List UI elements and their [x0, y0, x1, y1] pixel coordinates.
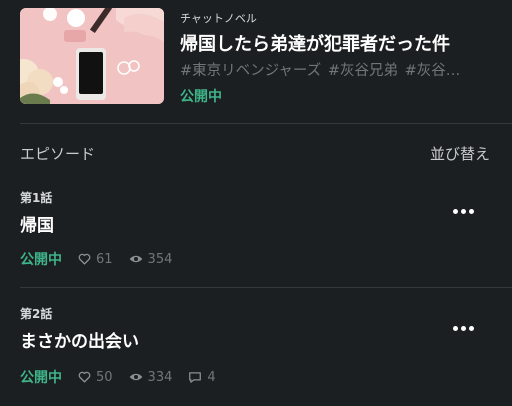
- dot-icon: [469, 209, 474, 214]
- views-count: 334: [147, 369, 173, 385]
- episode-number: 第1話: [20, 191, 53, 205]
- dot-icon: [453, 209, 458, 214]
- eye-icon: [129, 255, 142, 263]
- episode-title: 帰国: [20, 216, 54, 236]
- episode-title: まさかの出会い: [20, 332, 139, 352]
- episodes-heading: エピソード: [20, 145, 96, 163]
- episode-item[interactable]: 第2話 まさかの出会い 公開中 50 334 4: [0, 296, 512, 396]
- novel-title[interactable]: 帰国したら弟達が犯罪者だった件: [180, 30, 450, 56]
- comments-count: 4: [207, 369, 216, 385]
- novel-genre: チャットノベル: [180, 12, 257, 25]
- episode-stats: 公開中 50 334 4: [20, 368, 232, 387]
- episode-item[interactable]: 第1話 帰国 公開中 61 354: [0, 180, 512, 280]
- comments-stat: 4: [188, 369, 216, 385]
- tag-link[interactable]: #灰谷兄弟: [328, 63, 398, 79]
- likes-stat: 61: [78, 252, 113, 267]
- tag-link[interactable]: #灰谷…: [405, 63, 461, 79]
- novel-header: チャットノベル 帰国したら弟達が犯罪者だった件 #東京リベンジャーズ #灰谷兄弟…: [0, 0, 512, 124]
- heart-icon: [78, 253, 91, 265]
- views-stat: 334: [129, 369, 173, 385]
- cover-image[interactable]: [20, 8, 164, 104]
- likes-count: 50: [96, 369, 113, 385]
- divider: [20, 287, 512, 288]
- dot-icon: [469, 326, 474, 331]
- cover-illustration: [20, 8, 164, 104]
- likes-stat: 50: [78, 370, 113, 385]
- likes-count: 61: [96, 251, 113, 267]
- more-options-button[interactable]: [452, 204, 476, 218]
- dot-icon: [461, 209, 466, 214]
- more-options-button[interactable]: [452, 321, 476, 335]
- episode-stats: 公開中 61 354: [20, 250, 188, 269]
- views-stat: 354: [129, 251, 173, 267]
- episode-status: 公開中: [20, 252, 62, 268]
- publication-status: 公開中: [180, 89, 222, 105]
- episode-status: 公開中: [20, 370, 62, 386]
- dot-icon: [461, 326, 466, 331]
- dot-icon: [453, 326, 458, 331]
- tag-list: #東京リベンジャーズ #灰谷兄弟 #灰谷…: [180, 59, 500, 80]
- heart-icon: [78, 371, 91, 383]
- tag-link[interactable]: #東京リベンジャーズ: [180, 63, 321, 79]
- eye-icon: [129, 373, 142, 381]
- episode-number: 第2話: [20, 307, 53, 321]
- sort-button[interactable]: 並び替え: [430, 143, 490, 164]
- comment-icon: [189, 371, 202, 383]
- divider: [20, 123, 512, 124]
- views-count: 354: [147, 251, 173, 267]
